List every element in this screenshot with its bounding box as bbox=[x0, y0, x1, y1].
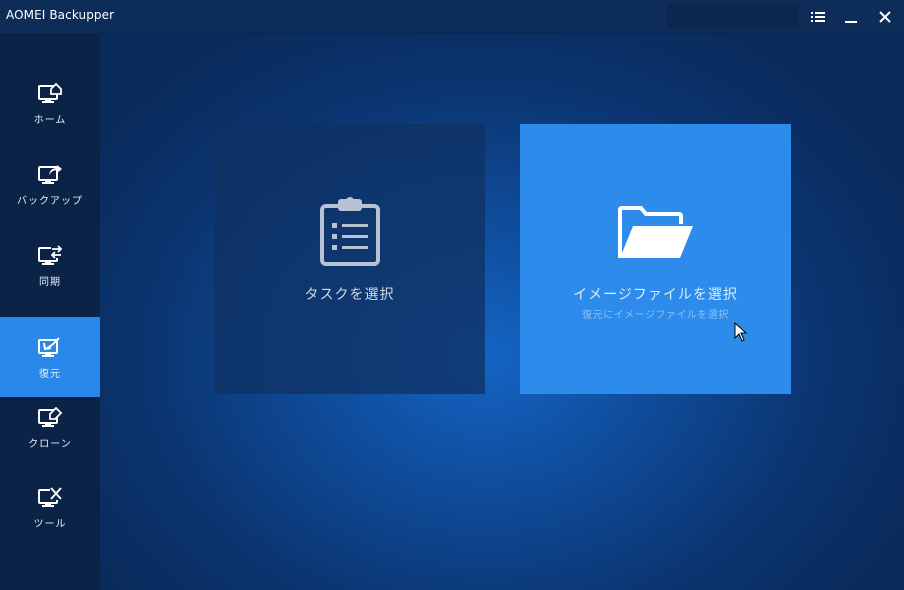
minimize-icon[interactable] bbox=[839, 6, 863, 28]
tools-icon bbox=[38, 486, 62, 507]
clone-icon bbox=[38, 406, 63, 427]
sidebar: ホーム バックアップ 同期 復元 クローン ツール bbox=[0, 34, 100, 590]
sidebar-item-label: 復元 bbox=[39, 368, 61, 380]
sidebar-item-restore[interactable]: 復元 bbox=[0, 317, 100, 397]
sidebar-item-label: ホーム bbox=[33, 114, 67, 126]
sidebar-item-label: バックアップ bbox=[17, 195, 83, 207]
restore-icon bbox=[38, 336, 60, 357]
mouse-cursor-icon bbox=[734, 322, 748, 342]
app-title: AOMEI Backupper bbox=[6, 8, 115, 22]
list-icon[interactable] bbox=[806, 6, 830, 28]
sidebar-item-tools[interactable]: ツール bbox=[0, 467, 100, 547]
sidebar-item-backup[interactable]: バックアップ bbox=[0, 144, 100, 224]
tile-title: タスクを選択 bbox=[304, 287, 395, 303]
select-task-tile[interactable]: タスクを選択 bbox=[214, 124, 485, 394]
title-bar: AOMEI Backupper bbox=[0, 0, 904, 34]
backup-icon bbox=[38, 164, 62, 184]
clipboard-icon bbox=[319, 197, 380, 266]
folder-open-icon bbox=[617, 206, 693, 258]
close-icon[interactable] bbox=[873, 6, 897, 28]
sidebar-item-sync[interactable]: 同期 bbox=[0, 225, 100, 305]
tile-title: イメージファイルを選択 bbox=[573, 287, 738, 303]
sidebar-item-label: 同期 bbox=[39, 276, 61, 288]
tile-subtitle: 復元にイメージファイルを選択 bbox=[582, 310, 729, 321]
home-icon bbox=[38, 82, 62, 103]
select-image-file-tile[interactable]: イメージファイルを選択 復元にイメージファイルを選択 bbox=[520, 124, 791, 394]
sidebar-item-clone[interactable]: クローン bbox=[0, 387, 100, 467]
sidebar-item-label: クローン bbox=[28, 438, 72, 450]
main-panel: タスクを選択 イメージファイルを選択 復元にイメージファイルを選択 bbox=[100, 34, 904, 590]
sync-icon bbox=[38, 244, 63, 265]
sidebar-item-label: ツール bbox=[33, 518, 67, 530]
sidebar-item-home[interactable]: ホーム bbox=[0, 63, 100, 143]
title-bar-blank-area bbox=[667, 3, 799, 29]
